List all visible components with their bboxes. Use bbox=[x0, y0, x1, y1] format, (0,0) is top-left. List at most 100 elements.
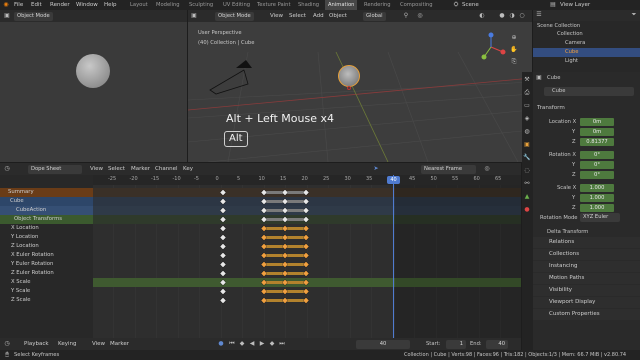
keyframe-area[interactable]: 40 -25 -20 -15 -10 -5 0 5 10 15 20 25 30 35 45 50 55 60 6… bbox=[93, 175, 521, 338]
channel-y-location[interactable]: Y Location bbox=[0, 233, 93, 242]
editor-type-icon[interactable]: ▣ bbox=[3, 12, 11, 20]
channel-summary[interactable]: Summary bbox=[0, 188, 93, 197]
keyframe-diamond[interactable] bbox=[281, 207, 289, 214]
panel-collections[interactable]: Collections bbox=[533, 249, 640, 260]
menu-help[interactable]: Help bbox=[104, 0, 117, 10]
tab-sculpting[interactable]: Sculpting bbox=[186, 0, 216, 10]
scene-selector[interactable]: Scene bbox=[462, 0, 479, 10]
snap-mode-select[interactable]: Nearest Frame bbox=[421, 165, 476, 174]
keyframe-diamond[interactable] bbox=[219, 252, 227, 259]
tab-modeling[interactable]: Modeling bbox=[153, 0, 183, 10]
preview-viewport[interactable]: ▣ Object Mode bbox=[0, 10, 187, 162]
keyframe-diamond[interactable] bbox=[281, 216, 289, 223]
channel-group[interactable]: Object Transforms bbox=[0, 215, 93, 224]
channel-y-rotation[interactable]: Y Euler Rotation bbox=[0, 260, 93, 269]
keyframe-diamond[interactable] bbox=[281, 198, 289, 205]
scale-z-field[interactable]: 1.000 bbox=[580, 204, 614, 212]
keyframe-diamond[interactable] bbox=[260, 234, 268, 241]
timeline-type-icon[interactable]: ◷ bbox=[3, 340, 11, 348]
end-field[interactable]: 40 bbox=[486, 340, 508, 349]
keyframe-diamond[interactable] bbox=[260, 261, 268, 268]
keyframe-diamond[interactable] bbox=[302, 207, 310, 214]
dopesheet-menu-select[interactable]: Select bbox=[108, 164, 125, 174]
keyframe-diamond[interactable] bbox=[219, 225, 227, 232]
pan-icon[interactable]: ✋ bbox=[510, 46, 518, 54]
timeline-menu-marker[interactable]: Marker bbox=[110, 339, 129, 349]
keyframe-diamond[interactable] bbox=[302, 297, 310, 304]
outliner-item-cube[interactable]: Cube bbox=[565, 49, 578, 55]
keyframe-diamond[interactable] bbox=[219, 297, 227, 304]
proportional-edit-icon[interactable]: ◎ bbox=[483, 165, 491, 173]
keyframe-diamond[interactable] bbox=[219, 189, 227, 196]
scale-y-field[interactable]: 1.000 bbox=[580, 194, 614, 202]
keyframe-diamond[interactable] bbox=[219, 243, 227, 250]
timeline-menu-keying[interactable]: Keying bbox=[58, 339, 76, 349]
keyframe-diamond[interactable] bbox=[302, 198, 310, 205]
transform-panel-title[interactable]: Transform bbox=[537, 105, 565, 111]
keyframe-diamond[interactable] bbox=[281, 234, 289, 241]
keyframe-diamond[interactable] bbox=[260, 252, 268, 259]
menu-edit[interactable]: Edit bbox=[31, 0, 42, 10]
panel-instancing[interactable]: Instancing bbox=[533, 261, 640, 272]
orientation-select[interactable]: Global bbox=[363, 12, 386, 21]
scene-collection-label[interactable]: Scene Collection bbox=[537, 23, 580, 29]
navigation-gizmo[interactable] bbox=[476, 32, 506, 62]
keyframe-diamond[interactable] bbox=[219, 288, 227, 295]
keyframe-diamond[interactable] bbox=[219, 279, 227, 286]
menu-file[interactable]: File bbox=[14, 0, 23, 10]
menu-render[interactable]: Render bbox=[50, 0, 70, 10]
menu-window[interactable]: Window bbox=[76, 0, 98, 10]
view-layer-selector[interactable]: View Layer bbox=[560, 0, 590, 10]
object-tab-icon[interactable]: ▣ bbox=[523, 141, 531, 149]
dopesheet-menu-key[interactable]: Key bbox=[183, 164, 193, 174]
render-tab-icon[interactable]: ⎙ bbox=[523, 89, 531, 97]
keyframe-diamond[interactable] bbox=[260, 297, 268, 304]
filter-icon[interactable]: ⏷ bbox=[630, 11, 638, 19]
channel-cube[interactable]: Cube bbox=[0, 197, 93, 206]
keyframe-diamond[interactable] bbox=[260, 207, 268, 214]
channel-x-rotation[interactable]: X Euler Rotation bbox=[0, 251, 93, 260]
outliner-item-collection[interactable]: Collection bbox=[557, 31, 583, 37]
snap-icon[interactable]: ⚲ bbox=[402, 12, 410, 20]
keyframe-diamond[interactable] bbox=[281, 189, 289, 196]
outliner-item-cube-row[interactable] bbox=[533, 48, 640, 57]
panel-custom-properties[interactable]: Custom Properties bbox=[533, 309, 640, 320]
keyframe-diamond[interactable] bbox=[302, 261, 310, 268]
keyframe-diamond[interactable] bbox=[260, 198, 268, 205]
keyframe-diamond[interactable] bbox=[219, 270, 227, 277]
keyframe-diamond[interactable] bbox=[260, 243, 268, 250]
panel-viewport-display[interactable]: Viewport Display bbox=[533, 297, 640, 308]
jump-start-icon[interactable]: ⏮ bbox=[228, 340, 236, 348]
zoom-icon[interactable]: ⊕ bbox=[510, 34, 518, 42]
tab-rendering[interactable]: Rendering bbox=[361, 0, 394, 10]
keyframe-diamond[interactable] bbox=[260, 216, 268, 223]
main-viewport[interactable]: ▣ Object Mode View Select Add Object Glo… bbox=[188, 10, 532, 162]
keyframe-diamond[interactable] bbox=[281, 279, 289, 286]
keyframe-diamond[interactable] bbox=[302, 234, 310, 241]
keyframe-diamond[interactable] bbox=[281, 270, 289, 277]
current-frame-badge[interactable]: 40 bbox=[387, 176, 400, 184]
editor-type-icon[interactable]: ▣ bbox=[190, 12, 198, 20]
tab-shading[interactable]: Shading bbox=[295, 0, 322, 10]
keyframe-diamond[interactable] bbox=[281, 261, 289, 268]
record-icon[interactable]: ● bbox=[217, 340, 225, 348]
shading-solid-icon[interactable]: ● bbox=[498, 12, 506, 20]
tab-layout[interactable]: Layout bbox=[127, 0, 151, 10]
modifier-tab-icon[interactable]: 🔧 bbox=[523, 154, 531, 162]
material-tab-icon[interactable]: ● bbox=[523, 206, 531, 214]
timeline-menu-playback[interactable]: Playback bbox=[24, 339, 49, 349]
viewport-menu-view[interactable]: View bbox=[270, 11, 283, 21]
rotation-x-field[interactable]: 0° bbox=[580, 151, 614, 159]
keyframe-diamond[interactable] bbox=[302, 270, 310, 277]
prev-key-icon[interactable]: ◆ bbox=[238, 340, 246, 348]
data-tab-icon[interactable]: ▲ bbox=[523, 193, 531, 201]
shading-material-icon[interactable]: ◑ bbox=[508, 12, 516, 20]
overlay-icon[interactable]: ◐ bbox=[478, 12, 486, 20]
keyframe-diamond[interactable] bbox=[281, 288, 289, 295]
panel-relations[interactable]: Relations bbox=[533, 237, 640, 248]
start-field[interactable]: 1 bbox=[446, 340, 466, 349]
jump-end-icon[interactable]: ⏭ bbox=[278, 340, 286, 348]
channel-action[interactable]: CubeAction bbox=[0, 206, 93, 215]
keyframe-diamond[interactable] bbox=[302, 279, 310, 286]
viewport-menu-object[interactable]: Object bbox=[329, 11, 347, 21]
